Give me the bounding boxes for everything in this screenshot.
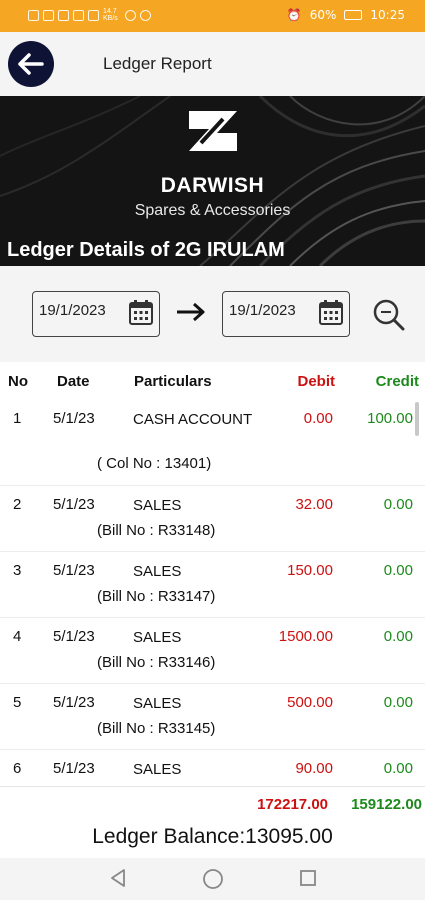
app-bar: Ledger Report xyxy=(0,32,425,96)
row-particulars: SALES xyxy=(133,695,182,712)
row-debit: 150.00 xyxy=(287,562,333,579)
clock: 10:25 xyxy=(370,8,405,22)
row-credit: 0.00 xyxy=(383,496,413,513)
search-icon[interactable] xyxy=(372,298,406,332)
nav-home-icon[interactable] xyxy=(202,868,224,890)
app-icon xyxy=(140,9,151,21)
whatsapp-icon xyxy=(125,9,136,21)
status-bar: 14.7 KB/s ⏰ 60% 10:25 xyxy=(0,0,425,32)
signal-icon xyxy=(73,9,84,21)
row-no: 3 xyxy=(13,562,22,579)
system-nav-bar xyxy=(0,858,425,900)
row-particulars: SALES xyxy=(133,629,182,646)
row-credit: 0.00 xyxy=(383,562,413,579)
row-no: 5 xyxy=(13,694,22,711)
table-header: No Date Particulars Debit Credit xyxy=(0,362,425,400)
arrow-left-icon xyxy=(18,53,44,75)
ledger-list[interactable]: 1 5/1/23 CASH ACCOUNT ( Col No : 13401) … xyxy=(0,400,425,785)
header-debit: Debit xyxy=(297,373,336,390)
row-debit: 32.00 xyxy=(295,496,333,513)
table-row: 5 5/1/23 SALES (Bill No : R33145) 500.00… xyxy=(0,684,425,750)
header-credit: Credit xyxy=(375,373,419,390)
calendar-icon[interactable] xyxy=(129,299,153,325)
row-no: 2 xyxy=(13,496,22,513)
wifi-icon xyxy=(88,9,99,21)
row-credit: 0.00 xyxy=(383,628,413,645)
brand-banner: DARWISH Spares & Accessories Ledger Deta… xyxy=(0,96,425,266)
from-date-field[interactable]: 19/1/2023 xyxy=(32,291,160,337)
brand-tagline: Spares & Accessories xyxy=(134,202,291,219)
page-title: Ledger Report xyxy=(103,54,212,73)
table-row: 6 5/1/23 SALES 90.00 0.00 xyxy=(0,750,425,785)
nav-back-icon[interactable] xyxy=(108,868,128,888)
calendar-icon[interactable] xyxy=(319,299,343,325)
signal-icon xyxy=(58,9,69,21)
row-reference: (Bill No : R33145) xyxy=(97,720,216,737)
ledger-title: Ledger Details of 2G IRULAM xyxy=(7,239,285,261)
row-date: 5/1/23 xyxy=(53,410,95,427)
row-debit: 500.00 xyxy=(287,694,333,711)
total-credit: 159122.00 xyxy=(351,796,422,813)
alarm-icon: ⏰ xyxy=(286,8,302,22)
total-debit: 172217.00 xyxy=(257,796,328,813)
nav-recents-icon[interactable] xyxy=(298,868,318,888)
row-debit: 0.00 xyxy=(303,410,333,427)
header-particulars: Particulars xyxy=(134,373,212,390)
to-date-field[interactable]: 19/1/2023 xyxy=(222,291,350,337)
row-reference: ( Col No : 13401) xyxy=(97,455,212,472)
notification-icons: 14.7 KB/s xyxy=(28,8,151,22)
system-status: ⏰ 60% 10:25 xyxy=(287,8,405,22)
row-reference: (Bill No : R33146) xyxy=(97,654,216,671)
battery-level: 60% xyxy=(309,8,337,22)
table-row: 1 5/1/23 CASH ACCOUNT ( Col No : 13401) … xyxy=(0,400,425,486)
network-speed: 14.7 KB/s xyxy=(103,8,118,22)
row-debit: 1500.00 xyxy=(278,628,333,645)
header-date: Date xyxy=(57,373,90,390)
row-no: 6 xyxy=(13,760,22,777)
row-reference: (Bill No : R33147) xyxy=(97,588,216,605)
row-credit: 100.00 xyxy=(367,410,413,427)
date-filter: 19/1/2023 19/1/2023 xyxy=(0,266,425,362)
notification-icon xyxy=(43,9,54,21)
row-particulars: SALES xyxy=(133,563,182,580)
row-reference: (Bill No : R33148) xyxy=(97,522,216,539)
back-button[interactable] xyxy=(8,41,54,87)
row-date: 5/1/23 xyxy=(53,760,95,777)
row-credit: 0.00 xyxy=(383,694,413,711)
row-particulars: CASH ACCOUNT xyxy=(133,411,253,428)
row-particulars: SALES xyxy=(133,497,182,514)
ledger-balance: Ledger Balance:13095.00 xyxy=(92,825,333,848)
row-date: 5/1/23 xyxy=(53,694,95,711)
scrollbar-thumb[interactable] xyxy=(415,402,419,436)
header-no: No xyxy=(8,373,28,390)
row-no: 1 xyxy=(13,410,22,427)
battery-icon xyxy=(344,10,363,20)
row-no: 4 xyxy=(13,628,22,645)
arrow-right-icon xyxy=(177,302,205,322)
row-particulars: SALES xyxy=(133,761,182,778)
table-row: 3 5/1/23 SALES (Bill No : R33147) 150.00… xyxy=(0,552,425,618)
row-date: 5/1/23 xyxy=(53,496,95,513)
totals-bar: 172217.00 159122.00 Ledger Balance:13095… xyxy=(0,786,425,858)
from-date-value: 19/1/2023 xyxy=(39,302,106,319)
darwish-logo xyxy=(189,111,237,151)
table-row: 2 5/1/23 SALES (Bill No : R33148) 32.00 … xyxy=(0,486,425,552)
row-date: 5/1/23 xyxy=(53,628,95,645)
table-row: 4 5/1/23 SALES (Bill No : R33146) 1500.0… xyxy=(0,618,425,684)
notification-icon xyxy=(28,9,39,21)
to-date-value: 19/1/2023 xyxy=(229,302,296,319)
row-credit: 0.00 xyxy=(383,760,413,777)
row-date: 5/1/23 xyxy=(53,562,95,579)
brand-name: DARWISH xyxy=(160,174,265,197)
row-debit: 90.00 xyxy=(295,760,333,777)
